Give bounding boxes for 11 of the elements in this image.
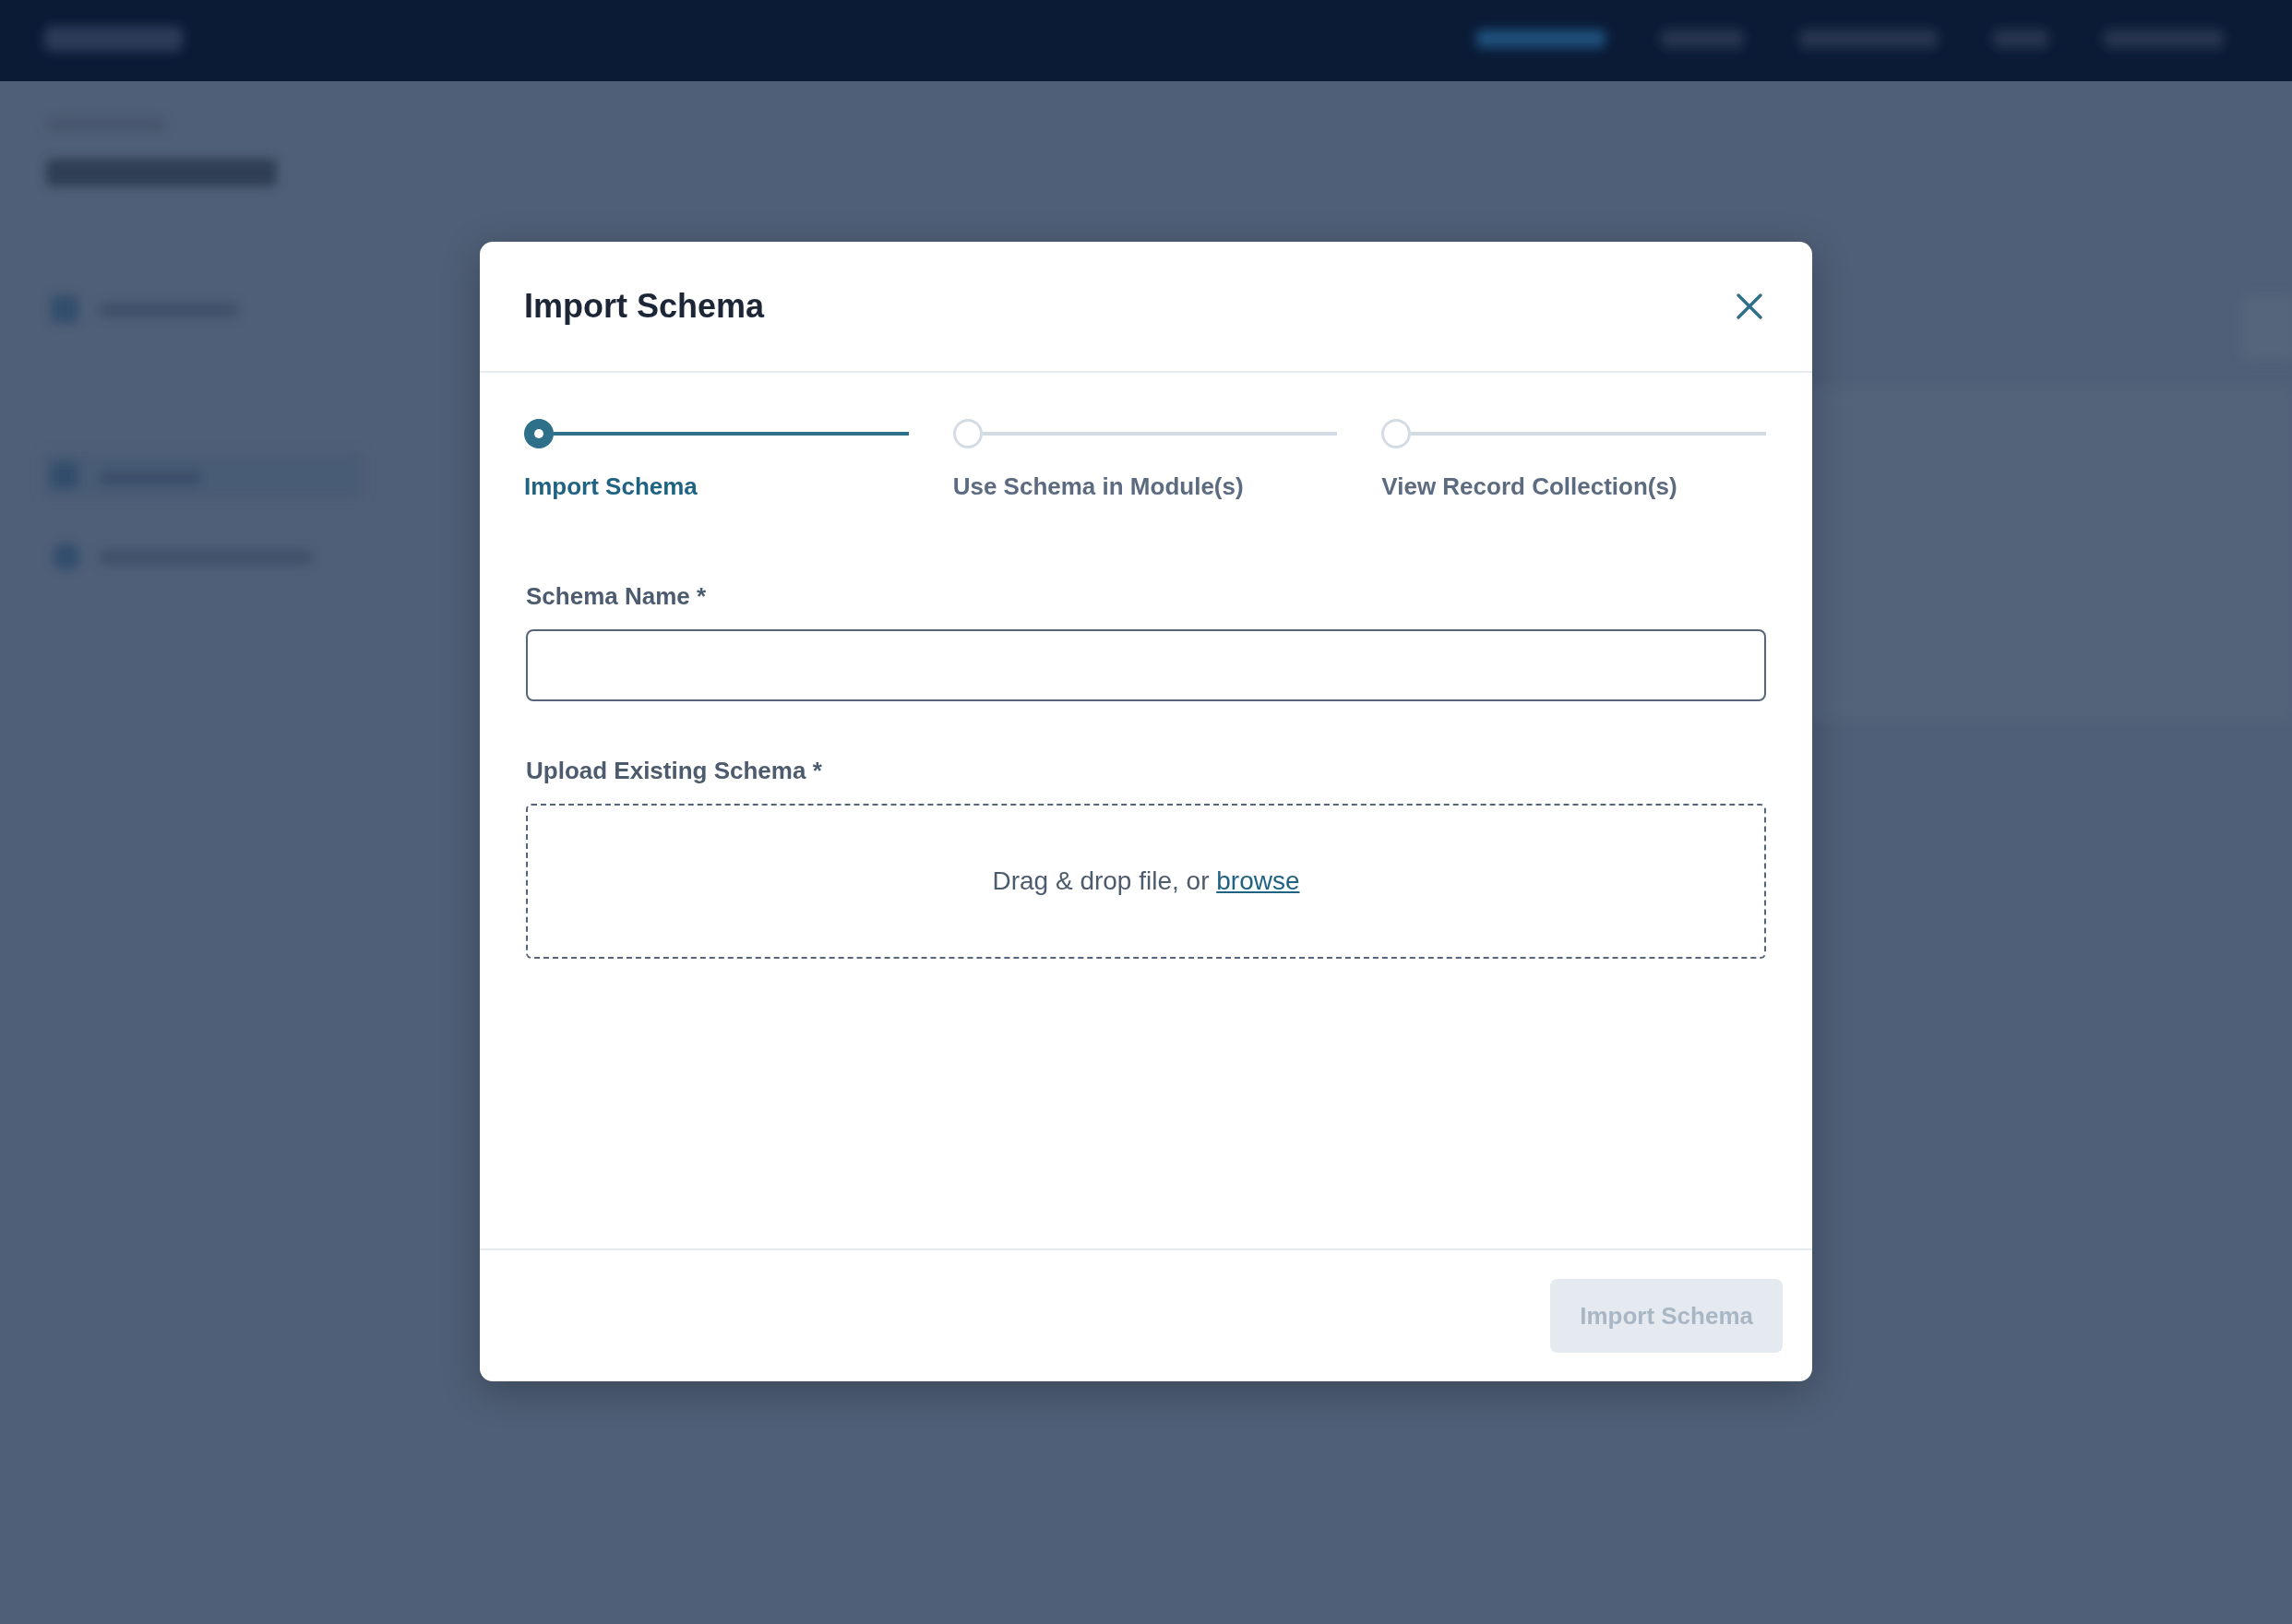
drop-prompt: Drag & drop file, or	[992, 866, 1211, 896]
field-label: Schema Name *	[526, 582, 707, 611]
step-label[interactable]: Import Schema	[524, 472, 698, 501]
close-icon	[1736, 293, 1763, 320]
step-label[interactable]: View Record Collection(s)	[1381, 472, 1677, 501]
browse-link[interactable]: browse	[1216, 866, 1300, 896]
dialog-title: Import Schema	[524, 287, 765, 326]
step-label[interactable]: Use Schema in Module(s)	[952, 472, 1244, 501]
schema-name-input[interactable]	[526, 629, 1766, 701]
file-drop-zone[interactable]: Drag & drop file, or browse	[526, 804, 1766, 959]
field-label: Upload Existing Schema *	[526, 757, 822, 785]
